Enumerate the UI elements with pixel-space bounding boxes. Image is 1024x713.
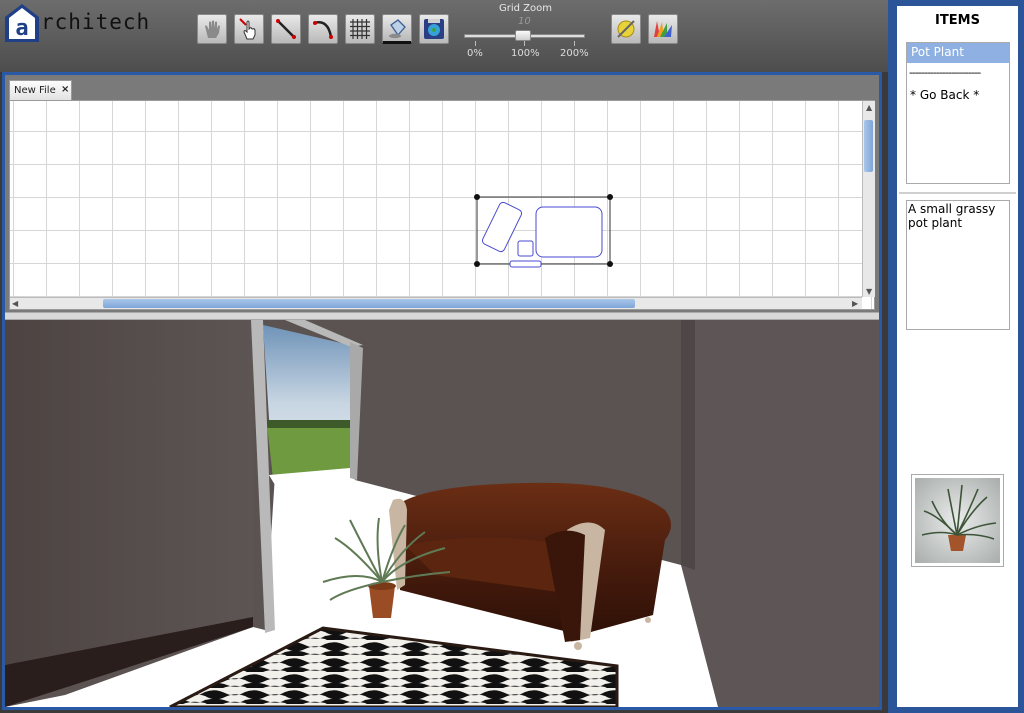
floor-plan-drawing <box>474 194 613 268</box>
lighting-button[interactable] <box>611 14 641 44</box>
plan-object-rug[interactable] <box>509 260 542 268</box>
paint-bucket-icon <box>389 19 406 39</box>
select-pointer-button[interactable] <box>234 14 264 44</box>
grid-toggle-icon <box>350 19 370 39</box>
list-separator: ------------------------ <box>909 66 981 79</box>
item-preview <box>911 474 1004 567</box>
scroll-left-icon[interactable]: ◀ <box>12 299 18 308</box>
items-heading: ITEMS <box>935 13 980 28</box>
app-title: rchitech <box>41 10 151 34</box>
vertical-scroll-thumb[interactable] <box>864 120 873 172</box>
zoom-min-label: 0% <box>467 48 483 59</box>
pot-plant-thumbnail-icon <box>915 478 1000 563</box>
color-palette-icon <box>654 21 672 37</box>
save-disk-icon <box>424 19 444 39</box>
paint-bucket-button[interactable] <box>382 14 412 44</box>
grid-zoom-label: Grid Zoom <box>499 3 552 14</box>
plan-object-sofa[interactable] <box>535 206 603 258</box>
select-pointer-icon <box>239 18 256 40</box>
sun-lighting-icon <box>617 20 635 38</box>
draw-curve-icon <box>313 21 333 39</box>
split-pane-divider[interactable] <box>5 312 879 320</box>
list-item-pot-plant[interactable]: Pot Plant <box>907 43 1009 63</box>
tab-label: New File <box>14 85 56 96</box>
close-icon[interactable]: × <box>61 84 69 95</box>
zoom-max-label: 200% <box>560 48 589 59</box>
horizontal-scroll-thumb[interactable] <box>103 299 635 308</box>
slider-tick <box>475 41 476 46</box>
scroll-right-icon[interactable]: ▶ <box>852 299 858 308</box>
grid-zoom-slider-thumb[interactable] <box>515 30 531 41</box>
hand-tool-icon <box>205 20 220 38</box>
hand-tool-button[interactable] <box>197 14 227 44</box>
zoom-mid-label: 100% <box>511 48 540 59</box>
grid-toggle-button[interactable] <box>345 14 375 44</box>
3d-room-render <box>5 320 879 707</box>
scroll-up-icon[interactable]: ▲ <box>866 103 872 112</box>
resize-handle[interactable] <box>607 261 613 267</box>
resize-handle[interactable] <box>474 261 480 267</box>
grid-zoom-value: 10 <box>518 16 531 27</box>
draw-line-icon <box>276 19 296 39</box>
tab-new-file[interactable]: New File × <box>9 80 72 100</box>
scroll-down-icon[interactable]: ▼ <box>866 287 872 296</box>
draw-curve-button[interactable] <box>308 14 338 44</box>
3d-view[interactable] <box>5 320 879 707</box>
plan-object-chair[interactable] <box>481 201 523 253</box>
save-disk-button[interactable] <box>419 14 449 44</box>
resize-handle[interactable] <box>607 194 613 200</box>
floor-plan-canvas[interactable] <box>9 100 875 310</box>
list-item-go-back[interactable]: * Go Back * <box>910 88 979 102</box>
sidebar-divider <box>899 192 1016 194</box>
logo-icon: a <box>5 4 39 42</box>
color-palette-button[interactable] <box>648 14 678 44</box>
item-description: A small grassy pot plant <box>906 200 1010 330</box>
items-list <box>906 42 1010 184</box>
plan-object-pot-plant[interactable] <box>517 240 534 257</box>
slider-tick <box>524 41 525 46</box>
svg-text:a: a <box>15 16 28 41</box>
draw-line-button[interactable] <box>271 14 301 44</box>
slider-tick <box>574 41 575 46</box>
resize-handle[interactable] <box>474 194 480 200</box>
